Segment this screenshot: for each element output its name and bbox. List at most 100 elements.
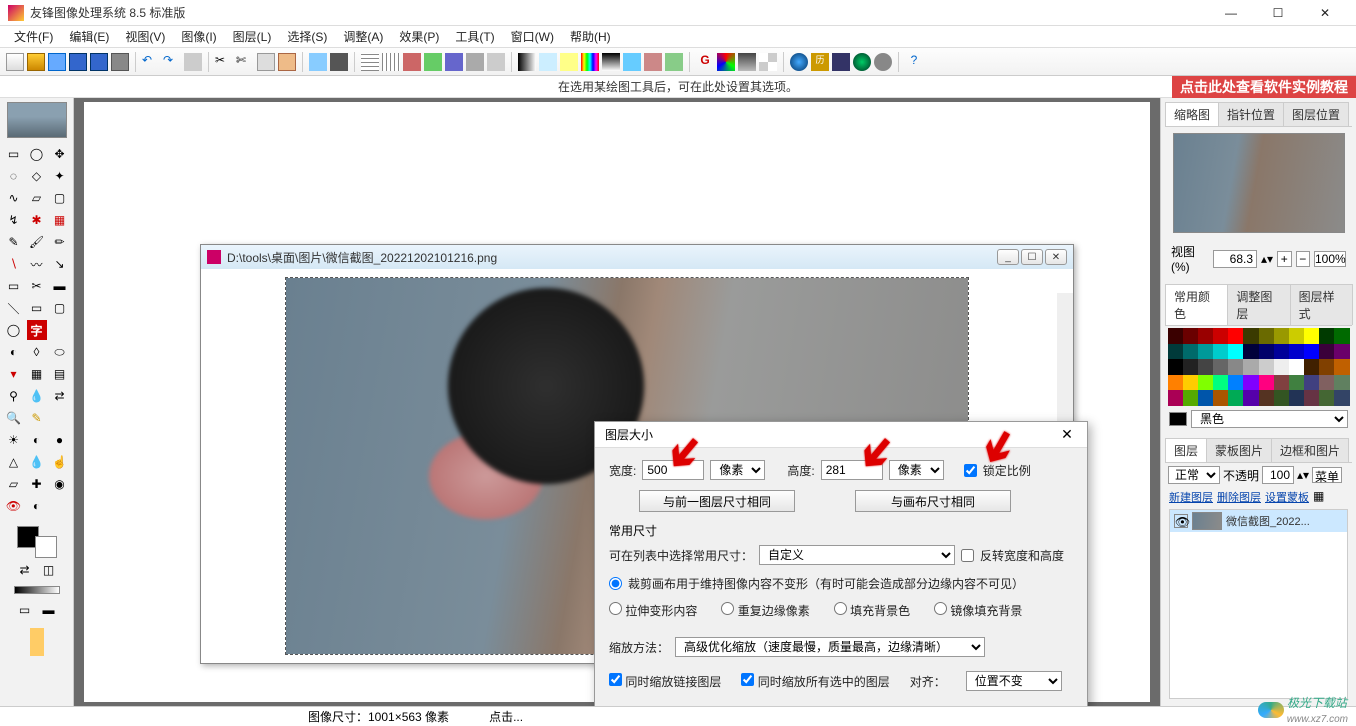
pencil-tool[interactable]: ✎: [4, 232, 24, 252]
zoom-spinner[interactable]: ▴▾: [1261, 252, 1273, 266]
palette-cell[interactable]: [1213, 344, 1228, 360]
palette-cell[interactable]: [1304, 328, 1319, 344]
tab-layer-pos[interactable]: 图层位置: [1283, 102, 1349, 126]
gray-icon[interactable]: [602, 53, 620, 71]
lasso-tool[interactable]: ◌: [4, 166, 24, 186]
radio-repeat[interactable]: [721, 602, 734, 615]
shape5-tool[interactable]: ⬭: [50, 342, 70, 362]
palette-cell[interactable]: [1274, 328, 1289, 344]
grid7-icon[interactable]: [487, 53, 505, 71]
palette-cell[interactable]: [1243, 359, 1258, 375]
sun-tool[interactable]: ☀: [4, 430, 24, 450]
shape2-tool[interactable]: ▢: [50, 188, 70, 208]
free-tool[interactable]: ∿: [4, 188, 24, 208]
tab-layers[interactable]: 图层: [1165, 438, 1207, 462]
shape1-tool[interactable]: ▱: [27, 188, 47, 208]
height-input[interactable]: [821, 460, 883, 480]
flip-wh-checkbox[interactable]: [961, 549, 974, 562]
palette-cell[interactable]: [1228, 328, 1243, 344]
layer-menu-button[interactable]: 菜单: [1312, 467, 1342, 483]
spray-tool[interactable]: ✱: [27, 210, 47, 230]
palette-cell[interactable]: [1243, 344, 1258, 360]
palette-cell[interactable]: [1259, 344, 1274, 360]
move-tool[interactable]: ✥: [50, 144, 70, 164]
radio-fill[interactable]: [834, 602, 847, 615]
bright-icon[interactable]: [560, 53, 578, 71]
saveas-icon[interactable]: [90, 53, 108, 71]
bucket-tool[interactable]: ▾: [4, 364, 24, 384]
gradient-tool[interactable]: ▦: [27, 364, 47, 384]
color-swatches[interactable]: [17, 526, 57, 558]
brush-tool[interactable]: 🖌: [27, 232, 47, 252]
help-icon[interactable]: ?: [905, 53, 923, 71]
same-as-prev-button[interactable]: 与前一图层尺寸相同: [639, 490, 795, 512]
menu-effect[interactable]: 效果(P): [391, 26, 447, 47]
doc-maximize[interactable]: ☐: [1021, 249, 1043, 265]
color-palette[interactable]: [1168, 328, 1350, 406]
tool1-icon[interactable]: [623, 53, 641, 71]
levels-icon[interactable]: [518, 53, 536, 71]
palette-cell[interactable]: [1304, 344, 1319, 360]
palette-cell[interactable]: [1304, 390, 1319, 406]
close-button[interactable]: ✕: [1302, 1, 1348, 25]
palette-cell[interactable]: [1319, 375, 1334, 391]
eye-icon[interactable]: 👁: [1174, 514, 1188, 528]
maximize-button[interactable]: ☐: [1255, 1, 1301, 25]
palette-cell[interactable]: [1213, 328, 1228, 344]
swap-colors[interactable]: ⇄: [15, 560, 35, 580]
delete-layer-link[interactable]: 删除图层: [1217, 489, 1261, 505]
mono-icon[interactable]: [738, 53, 756, 71]
cal-icon[interactable]: 历: [811, 53, 829, 71]
radio-mirror[interactable]: [934, 602, 947, 615]
teeth-tool[interactable]: ◐: [27, 496, 47, 516]
rgb-icon[interactable]: [717, 53, 735, 71]
palette-cell[interactable]: [1228, 375, 1243, 391]
palette-cell[interactable]: [1259, 375, 1274, 391]
history-icon[interactable]: [184, 53, 202, 71]
eraser-tool[interactable]: ▱: [4, 474, 24, 494]
grid1-icon[interactable]: [361, 53, 379, 71]
zoom-input[interactable]: [1213, 250, 1257, 268]
grid5-icon[interactable]: [445, 53, 463, 71]
palette-cell[interactable]: [1213, 390, 1228, 406]
camera-icon[interactable]: [330, 53, 348, 71]
marker-tool[interactable]: ✏: [50, 232, 70, 252]
print-icon[interactable]: [111, 53, 129, 71]
palette-cell[interactable]: [1198, 344, 1213, 360]
palette-cell[interactable]: [1198, 390, 1213, 406]
tool3-icon[interactable]: [665, 53, 683, 71]
palette-cell[interactable]: [1289, 390, 1304, 406]
path-tool[interactable]: ↯: [4, 210, 24, 230]
menu-view[interactable]: 视图(V): [117, 26, 173, 47]
scanner-icon[interactable]: [309, 53, 327, 71]
set-mask-link[interactable]: 设置蒙板: [1265, 489, 1309, 505]
opacity-spinner[interactable]: ▴▾: [1297, 468, 1309, 482]
same-as-canvas-button[interactable]: 与画布尺寸相同: [855, 490, 1011, 512]
doc-close[interactable]: ✕: [1045, 249, 1067, 265]
tab-thumbnail[interactable]: 缩略图: [1165, 102, 1219, 126]
palette-cell[interactable]: [1274, 375, 1289, 391]
new-layer-link[interactable]: 新建图层: [1169, 489, 1213, 505]
minimize-button[interactable]: —: [1208, 1, 1254, 25]
ruler2-tool[interactable]: ▭: [27, 298, 47, 318]
clone-tool[interactable]: ⚲: [4, 386, 24, 406]
ellipse-draw-tool[interactable]: ◯: [4, 320, 24, 340]
navigator-thumb[interactable]: [7, 102, 67, 138]
dodge-tool[interactable]: ◐: [27, 430, 47, 450]
color-name-select[interactable]: 黑色: [1191, 410, 1348, 428]
redeye-tool[interactable]: 👁: [4, 496, 24, 516]
palette-cell[interactable]: [1183, 328, 1198, 344]
shape4-tool[interactable]: ◊: [27, 342, 47, 362]
palette-cell[interactable]: [1334, 344, 1349, 360]
palette-cell[interactable]: [1319, 359, 1334, 375]
new-icon[interactable]: [6, 53, 24, 71]
gear-icon[interactable]: [874, 53, 892, 71]
menu-edit[interactable]: 编辑(E): [61, 26, 117, 47]
heal-tool[interactable]: ✚: [27, 474, 47, 494]
browse-icon[interactable]: [48, 53, 66, 71]
palette-cell[interactable]: [1289, 375, 1304, 391]
rect-select-tool[interactable]: ▭: [4, 144, 24, 164]
height-unit-select[interactable]: 像素: [889, 460, 944, 480]
radio-stretch[interactable]: [609, 602, 622, 615]
calc-icon[interactable]: [832, 53, 850, 71]
